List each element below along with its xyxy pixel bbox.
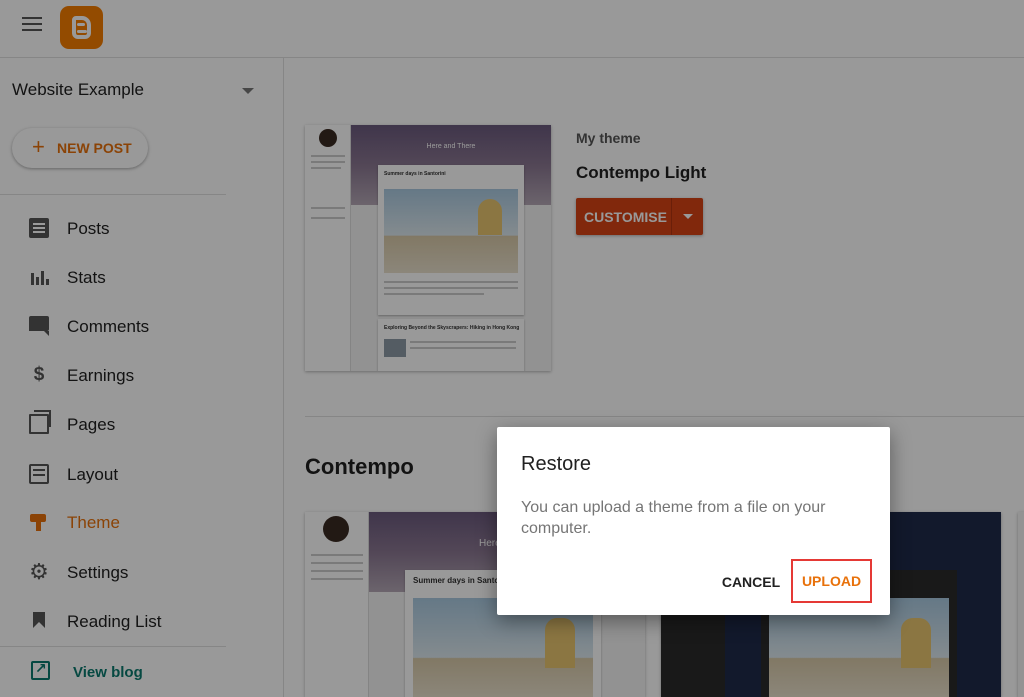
cancel-button[interactable]: CANCEL xyxy=(717,570,785,594)
upload-button[interactable]: UPLOAD xyxy=(791,559,872,603)
dialog-title: Restore xyxy=(521,453,592,475)
dialog-body: You can upload a theme from a file on yo… xyxy=(521,499,826,537)
restore-dialog: Restore You can upload a theme from a fi… xyxy=(497,427,890,615)
